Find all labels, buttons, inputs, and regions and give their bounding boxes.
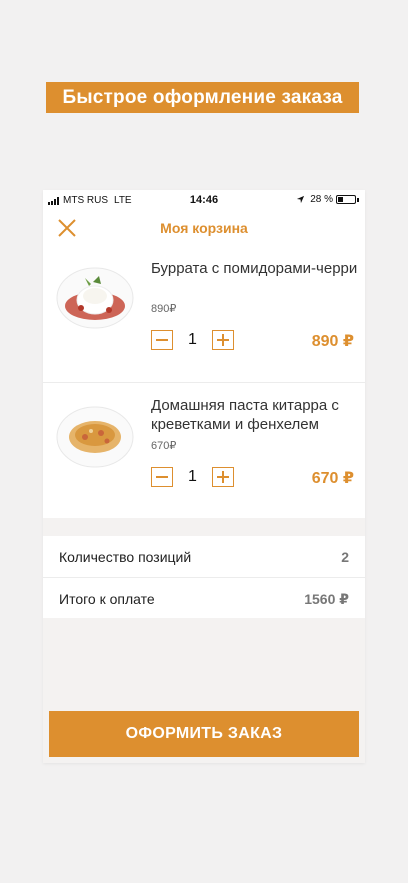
count-value: 2 bbox=[341, 549, 349, 565]
total-label: Итого к оплате bbox=[59, 591, 155, 607]
phone-screen: MTS RUS LTE 14:46 28 % Моя корзина Бурра… bbox=[43, 190, 365, 763]
increase-button[interactable] bbox=[212, 467, 234, 487]
order-summary: Количество позиций 2 Итого к оплате 1560… bbox=[43, 536, 365, 618]
quantity-stepper: 1 bbox=[151, 467, 234, 487]
total-value: 1560 ₽ bbox=[304, 591, 349, 607]
item-price: 670₽ bbox=[151, 440, 177, 452]
item-price: 890₽ bbox=[151, 303, 177, 315]
item-total: 670 ₽ bbox=[311, 470, 354, 487]
checkout-button[interactable]: ОФОРМИТЬ ЗАКАЗ bbox=[49, 711, 359, 757]
item-name: Буррата с помидорами-черри bbox=[151, 260, 358, 277]
dish-image-pasta bbox=[56, 406, 134, 468]
summary-total-row: Итого к оплате 1560 ₽ bbox=[43, 577, 365, 618]
cart-list: Буррата с помидорами-черри 890₽ 1 890 ₽ … bbox=[43, 246, 365, 518]
quantity-stepper: 1 bbox=[151, 330, 234, 350]
cart-item: Буррата с помидорами-черри 890₽ 1 890 ₽ bbox=[43, 246, 365, 382]
nav-bar: Моя корзина bbox=[43, 210, 365, 246]
location-arrow-icon bbox=[297, 195, 305, 204]
cart-item: Домашняя паста китарра с креветками и фе… bbox=[43, 382, 365, 518]
battery-tip bbox=[357, 197, 359, 202]
promo-banner: Быстрое оформление заказа bbox=[46, 82, 359, 113]
count-label: Количество позиций bbox=[59, 549, 192, 565]
decrease-button[interactable] bbox=[151, 467, 173, 487]
page-title: Моя корзина bbox=[160, 220, 248, 236]
battery-percent: 28 % bbox=[310, 194, 333, 205]
increase-button[interactable] bbox=[212, 330, 234, 350]
battery-icon bbox=[336, 195, 356, 204]
decrease-button[interactable] bbox=[151, 330, 173, 350]
status-bar: MTS RUS LTE 14:46 28 % bbox=[43, 190, 365, 210]
summary-count-row: Количество позиций 2 bbox=[43, 536, 365, 577]
quantity-value: 1 bbox=[188, 331, 197, 348]
quantity-value: 1 bbox=[188, 468, 197, 485]
item-total: 890 ₽ bbox=[311, 333, 354, 350]
item-name: Домашняя паста китарра с креветками и фе… bbox=[151, 397, 339, 433]
dish-image-burrata bbox=[56, 267, 134, 329]
